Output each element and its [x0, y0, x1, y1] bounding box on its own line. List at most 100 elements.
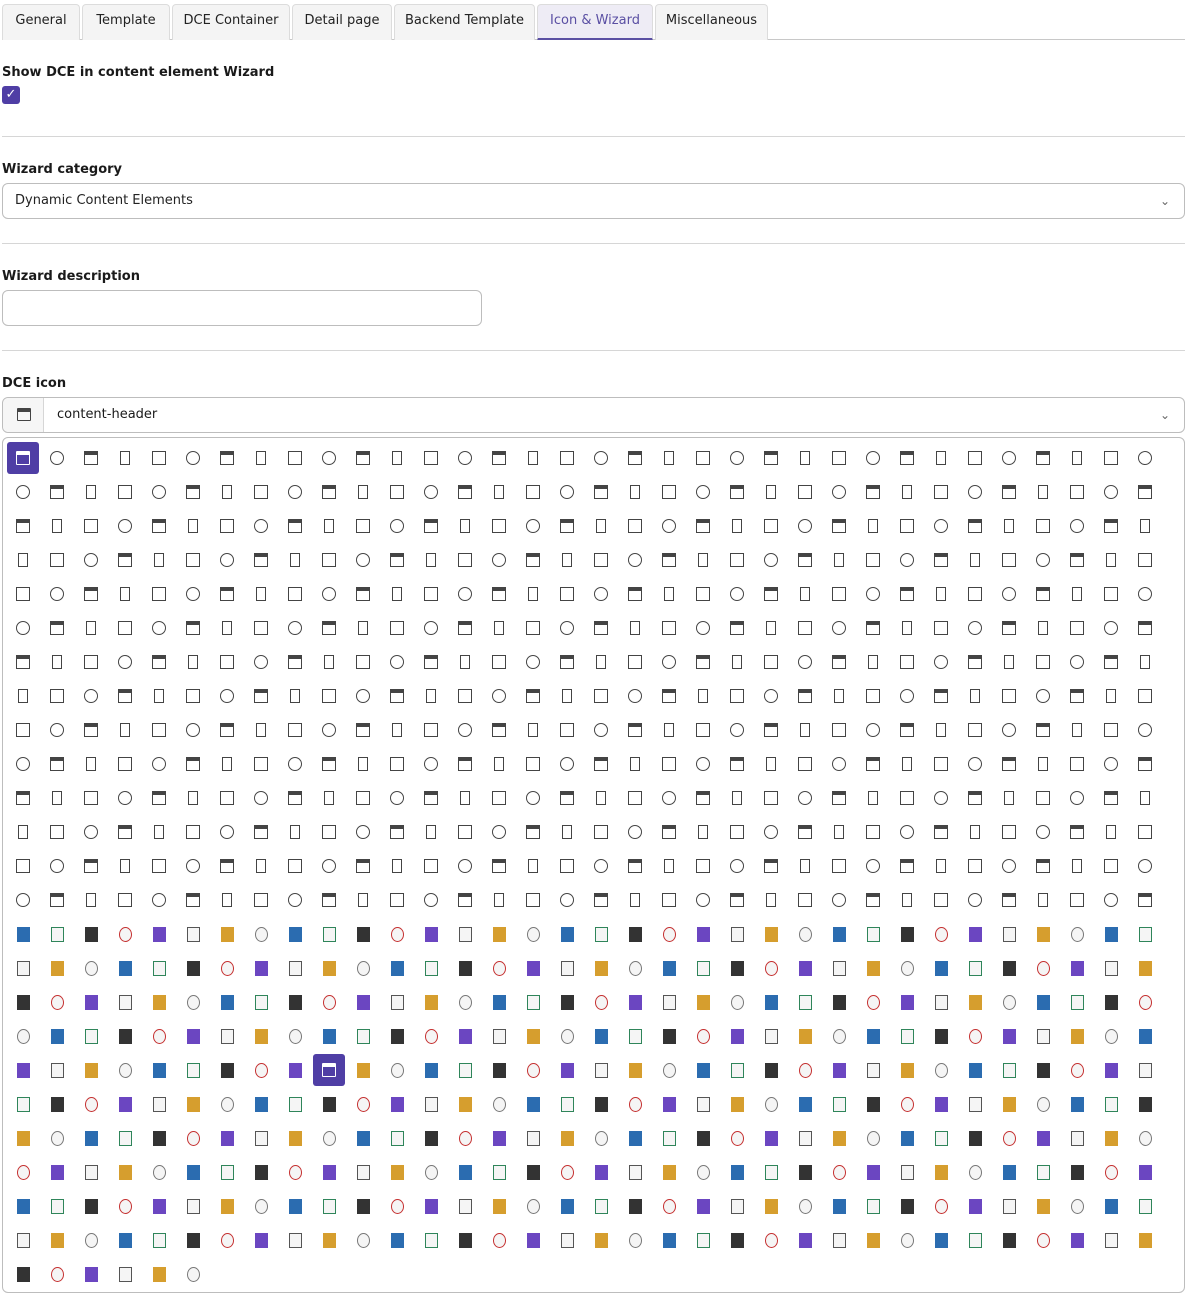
icon-option[interactable]	[721, 952, 753, 984]
icon-option[interactable]	[993, 816, 1025, 848]
icon-option[interactable]	[925, 1088, 957, 1120]
icon-option[interactable]	[1129, 918, 1161, 950]
icon-option[interactable]	[143, 1020, 175, 1052]
icon-option[interactable]	[959, 782, 991, 814]
icon-option[interactable]	[41, 816, 73, 848]
icon-option[interactable]	[211, 1054, 243, 1086]
icon-option[interactable]	[1061, 714, 1093, 746]
tab-miscellaneous[interactable]: Miscellaneous	[655, 4, 768, 40]
icon-option[interactable]	[7, 1020, 39, 1052]
icon-option[interactable]	[789, 442, 821, 474]
icon-option[interactable]	[585, 646, 617, 678]
icon-option[interactable]	[483, 714, 515, 746]
icon-option[interactable]	[687, 918, 719, 950]
icon-option[interactable]	[1095, 782, 1127, 814]
icon-option[interactable]	[41, 442, 73, 474]
icon-option[interactable]	[245, 1088, 277, 1120]
icon-option[interactable]	[653, 1190, 685, 1222]
icon-option[interactable]	[313, 1156, 345, 1188]
icon-option[interactable]	[143, 1190, 175, 1222]
icon-option[interactable]	[7, 1258, 39, 1290]
icon-option[interactable]	[1061, 544, 1093, 576]
icon-option[interactable]	[415, 1122, 447, 1154]
icon-option[interactable]	[959, 884, 991, 916]
icon-option[interactable]	[449, 544, 481, 576]
icon-option[interactable]	[721, 850, 753, 882]
icon-option[interactable]	[41, 918, 73, 950]
icon-option[interactable]	[1129, 850, 1161, 882]
icon-option[interactable]	[415, 1054, 447, 1086]
icon-option[interactable]	[891, 476, 923, 508]
icon-option[interactable]	[415, 1190, 447, 1222]
icon-option[interactable]	[1129, 1224, 1161, 1256]
icon-option[interactable]	[1129, 510, 1161, 542]
icon-option[interactable]	[381, 680, 413, 712]
icon-option[interactable]	[993, 1020, 1025, 1052]
icon-option[interactable]	[891, 1122, 923, 1154]
icon-option[interactable]	[993, 1122, 1025, 1154]
icon-option[interactable]	[41, 748, 73, 780]
tab-detail-page[interactable]: Detail page	[292, 4, 392, 40]
icon-option[interactable]	[789, 646, 821, 678]
icon-option[interactable]	[857, 918, 889, 950]
icon-option[interactable]	[891, 918, 923, 950]
icon-option[interactable]	[177, 884, 209, 916]
icon-option[interactable]	[415, 510, 447, 542]
icon-option[interactable]	[177, 748, 209, 780]
icon-option[interactable]	[687, 646, 719, 678]
icon-option[interactable]	[449, 952, 481, 984]
icon-option[interactable]	[925, 476, 957, 508]
icon-option[interactable]	[823, 918, 855, 950]
icon-option[interactable]	[41, 1156, 73, 1188]
icon-option[interactable]	[143, 578, 175, 610]
icon-option[interactable]	[7, 578, 39, 610]
icon-option[interactable]	[789, 1224, 821, 1256]
icon-option[interactable]	[109, 578, 141, 610]
icon-option[interactable]	[755, 884, 787, 916]
icon-option[interactable]	[925, 1020, 957, 1052]
icon-option[interactable]	[7, 680, 39, 712]
icon-option[interactable]	[891, 1088, 923, 1120]
icon-option[interactable]	[959, 612, 991, 644]
icon-option[interactable]	[245, 1122, 277, 1154]
icon-option[interactable]	[789, 714, 821, 746]
icon-option[interactable]	[789, 782, 821, 814]
icon-option[interactable]	[585, 918, 617, 950]
icon-option[interactable]	[245, 510, 277, 542]
icon-option[interactable]	[993, 544, 1025, 576]
icon-option[interactable]	[687, 544, 719, 576]
icon-option[interactable]	[313, 986, 345, 1018]
icon-option[interactable]	[177, 986, 209, 1018]
icon-option[interactable]	[347, 442, 379, 474]
icon-option[interactable]	[857, 476, 889, 508]
icon-option[interactable]	[857, 1020, 889, 1052]
icon-option[interactable]	[891, 952, 923, 984]
icon-option[interactable]	[925, 646, 957, 678]
icon-option[interactable]	[1129, 1054, 1161, 1086]
icon-option[interactable]	[143, 1054, 175, 1086]
icon-option[interactable]	[959, 816, 991, 848]
tab-general[interactable]: General	[2, 4, 80, 40]
icon-option[interactable]	[1061, 816, 1093, 848]
icon-option[interactable]	[653, 1088, 685, 1120]
icon-option[interactable]	[823, 1122, 855, 1154]
icon-option[interactable]	[1095, 612, 1127, 644]
icon-option[interactable]	[619, 1088, 651, 1120]
icon-option[interactable]	[381, 612, 413, 644]
icon-option[interactable]	[687, 986, 719, 1018]
icon-option[interactable]	[653, 748, 685, 780]
icon-option[interactable]	[75, 1258, 107, 1290]
icon-option[interactable]	[891, 544, 923, 576]
icon-option[interactable]	[585, 680, 617, 712]
icon-option[interactable]	[721, 476, 753, 508]
icon-option[interactable]	[449, 884, 481, 916]
icon-option[interactable]	[75, 1054, 107, 1086]
icon-option[interactable]	[993, 1190, 1025, 1222]
icon-option[interactable]	[109, 782, 141, 814]
icon-option[interactable]	[1027, 748, 1059, 780]
icon-option[interactable]	[619, 646, 651, 678]
icon-option[interactable]	[7, 1054, 39, 1086]
icon-option[interactable]	[381, 1190, 413, 1222]
icon-option[interactable]	[279, 986, 311, 1018]
icon-option[interactable]	[653, 680, 685, 712]
